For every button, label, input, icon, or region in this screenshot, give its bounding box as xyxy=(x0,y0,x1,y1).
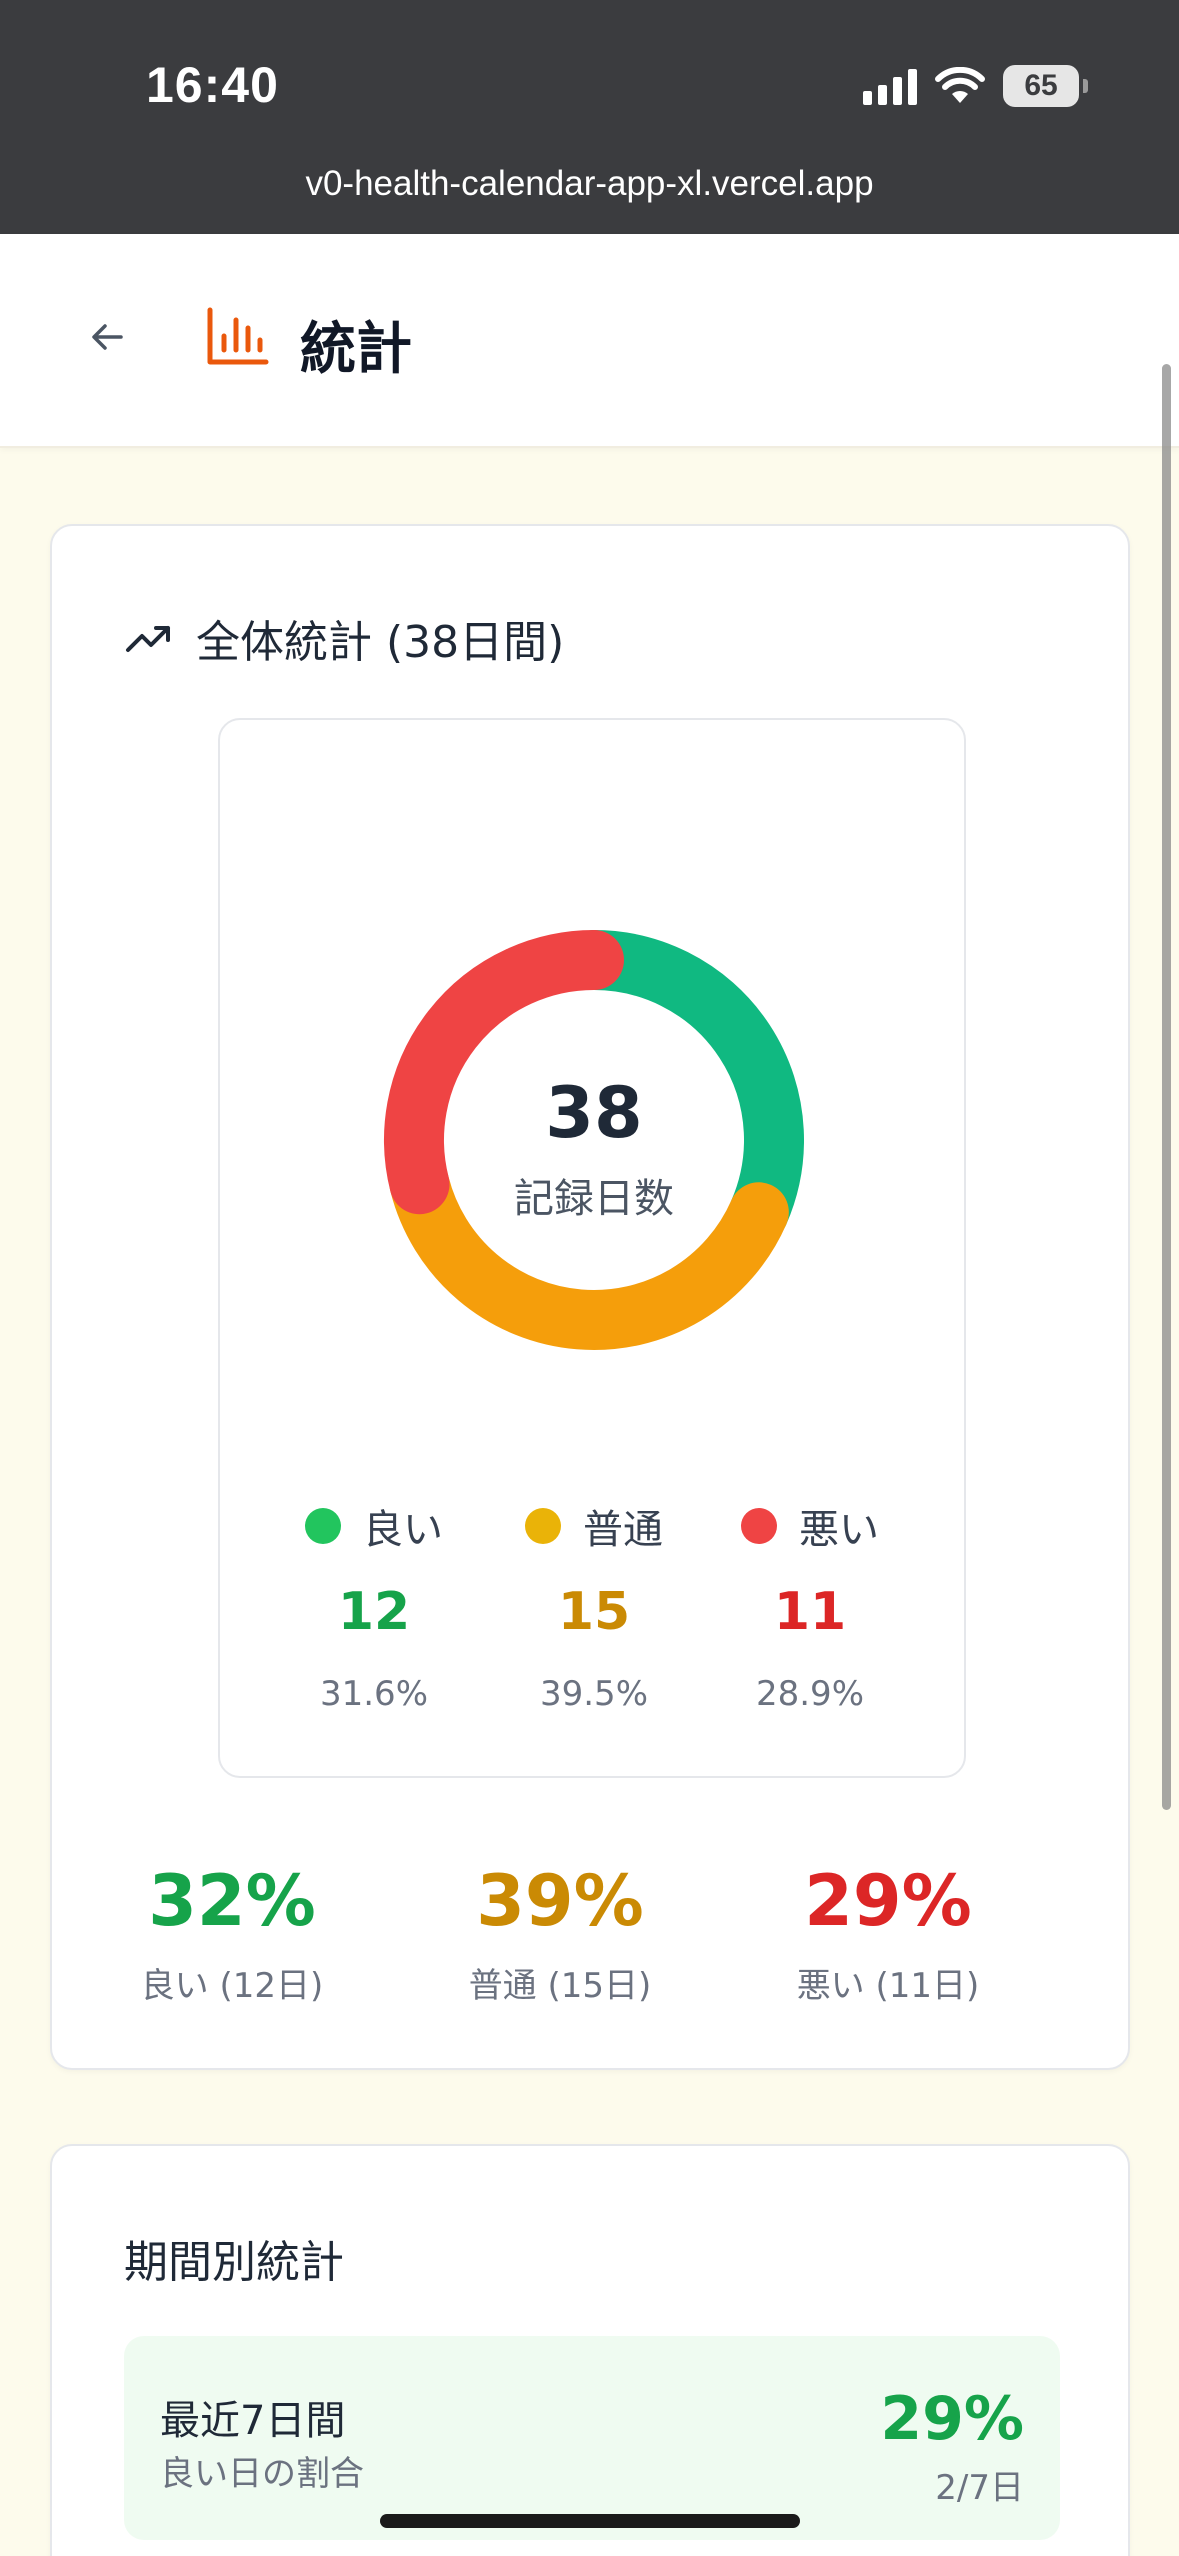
legend-bad: 悪い 11 28.9% xyxy=(690,1498,930,1714)
legend-count-normal: 15 xyxy=(557,1582,631,1642)
donut-chart-box: 38 記録日数 良い 12 31.6% 普通 15 39.5% 悪い 11 28… xyxy=(218,718,966,1778)
legend-count-good: 12 xyxy=(337,1582,411,1642)
overall-stats-title: 全体統計 (38日間) xyxy=(196,617,565,668)
summary-good: 32% 良い (12日) xyxy=(52,1866,412,2007)
cellular-signal-icon xyxy=(863,67,917,105)
back-button[interactable] xyxy=(78,308,136,366)
period-stats-card: 期間別統計 最近7日間 良い日の割合 29% 2/7日 xyxy=(50,2144,1130,2556)
legend-dot-bad xyxy=(741,1508,777,1544)
period-name: 最近7日間 xyxy=(160,2398,346,2444)
period-subtitle: 良い日の割合 xyxy=(160,2454,364,2494)
summary-label-bad: 悪い (11日) xyxy=(796,1966,980,2006)
trending-up-icon xyxy=(126,626,170,652)
period-percent: 29% xyxy=(880,2384,1024,2454)
scrollbar[interactable] xyxy=(1162,364,1171,1810)
period-row-7days: 最近7日間 良い日の割合 29% 2/7日 xyxy=(124,2336,1060,2540)
legend-label-bad: 悪い xyxy=(799,1507,879,1553)
legend-dot-normal xyxy=(525,1508,561,1544)
legend-good: 良い 12 31.6% xyxy=(254,1498,494,1714)
legend-normal: 普通 15 39.5% xyxy=(474,1498,714,1714)
wifi-icon xyxy=(935,67,985,103)
summary-normal: 39% 普通 (15日) xyxy=(380,1866,740,2007)
battery-icon: 65 xyxy=(1003,65,1088,107)
browser-top-bar: 16:40 65 v0-health-calendar-app-xl.verce… xyxy=(0,0,1179,234)
period-days: 2/7日 xyxy=(935,2468,1024,2508)
donut-total: 38 xyxy=(545,1072,643,1154)
app-header: 統計 xyxy=(0,234,1179,448)
overall-stats-header: 全体統計 (38日間) xyxy=(124,606,564,670)
summary-percent-normal: 39% xyxy=(476,1860,644,1942)
legend-percent-normal: 39.5% xyxy=(539,1674,648,1714)
summary-percent-bad: 29% xyxy=(804,1860,972,1942)
legend-label-normal: 普通 xyxy=(583,1507,663,1553)
home-indicator xyxy=(380,2514,800,2528)
url-bar[interactable]: v0-health-calendar-app-xl.vercel.app xyxy=(0,164,1179,204)
legend-count-bad: 11 xyxy=(773,1582,847,1642)
period-stats-title: 期間別統計 xyxy=(124,2237,344,2288)
summary-label-good: 良い (12日) xyxy=(140,1966,324,2006)
legend-dot-good xyxy=(305,1508,341,1544)
status-time: 16:40 xyxy=(146,57,279,113)
summary-percent-good: 32% xyxy=(148,1860,316,1942)
legend-percent-good: 31.6% xyxy=(319,1674,428,1714)
legend-percent-bad: 28.9% xyxy=(755,1674,864,1714)
summary-bad: 29% 悪い (11日) xyxy=(708,1866,1068,2007)
legend-label-good: 良い xyxy=(363,1507,443,1553)
bar-chart-icon xyxy=(207,307,269,365)
page-title: 統計 xyxy=(300,317,412,382)
status-icons: 65 xyxy=(863,64,1088,108)
arrow-left-icon xyxy=(92,324,123,350)
overall-stats-card: 全体統計 (38日間) 38 記録日数 良い 12 31.6% 普通 15 39… xyxy=(50,524,1130,2070)
donut-total-label: 記録日数 xyxy=(514,1176,674,1222)
summary-label-normal: 普通 (15日) xyxy=(468,1966,652,2006)
